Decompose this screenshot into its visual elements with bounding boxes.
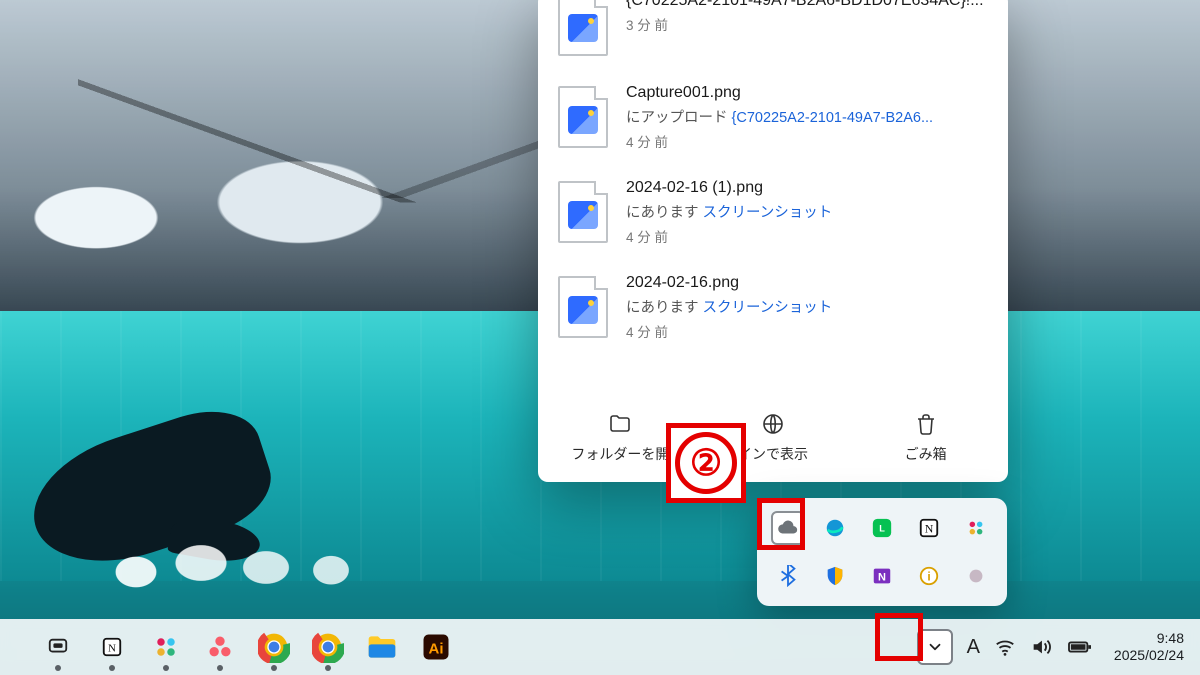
illustrator-icon: Ai xyxy=(421,632,451,662)
file-timestamp: 4 分 前 xyxy=(626,131,988,151)
taskbar-clock[interactable]: 9:48 2025/02/24 xyxy=(1114,630,1184,665)
notion-app-button[interactable]: N xyxy=(94,629,130,665)
annotation-2-number: ② xyxy=(675,432,737,494)
file-thumbnail-icon xyxy=(558,86,608,148)
task-view-button[interactable] xyxy=(40,629,76,665)
file-thumbnail-icon xyxy=(558,181,608,243)
taskbar-system-area: A 9:48 2025/02/24 xyxy=(917,629,1190,665)
clock-time: 9:48 xyxy=(1114,630,1184,648)
file-name: 2024-02-16.png xyxy=(626,274,988,292)
file-timestamp: 4 分 前 xyxy=(626,226,988,246)
notion-icon: N xyxy=(918,517,940,539)
trash-icon xyxy=(914,412,938,436)
annotation-1-target-box xyxy=(875,613,923,661)
battery-icon[interactable] xyxy=(1066,636,1094,658)
taskbar: N Ai xyxy=(0,619,1200,675)
chrome-profile1-button[interactable] xyxy=(256,629,292,665)
asana-app-button[interactable] xyxy=(202,629,238,665)
folder-icon xyxy=(366,633,398,661)
notion-icon: N xyxy=(101,636,123,658)
onenote-tray-icon[interactable]: N xyxy=(865,559,899,593)
file-name: Capture001.png xyxy=(626,84,988,102)
svg-text:N: N xyxy=(924,522,933,536)
misc-tray-icon[interactable] xyxy=(959,559,993,593)
windows-security-tray-icon[interactable] xyxy=(818,559,852,593)
slack-app-button[interactable] xyxy=(148,629,184,665)
svg-text:L: L xyxy=(879,524,885,534)
recycle-bin-label: ごみ箱 xyxy=(905,444,947,464)
file-thumbnail-icon xyxy=(558,276,608,338)
wifi-icon[interactable] xyxy=(994,636,1016,658)
bluetooth-tray-icon[interactable] xyxy=(771,559,805,593)
popup-action-bar: フォルダーを開 インで表示 ごみ箱 xyxy=(538,397,1008,482)
shield-icon xyxy=(824,565,846,587)
edge-tray-icon[interactable] xyxy=(818,511,852,545)
info-icon: i xyxy=(918,565,940,587)
file-location: にあります スクリーンショット xyxy=(626,201,988,222)
dot-icon xyxy=(965,565,987,587)
bluetooth-icon xyxy=(777,565,799,587)
file-explorer-button[interactable] xyxy=(364,629,400,665)
svg-text:i: i xyxy=(927,570,930,584)
svg-text:N: N xyxy=(878,572,886,584)
edge-icon xyxy=(824,517,846,539)
info-tray-icon[interactable]: i xyxy=(912,559,946,593)
file-location-link[interactable]: スクリーンショット xyxy=(703,300,833,316)
open-folder-label: フォルダーを開 xyxy=(571,444,669,464)
file-location-link[interactable]: {C70225A2-2101-49A7-B2A6... xyxy=(732,110,934,126)
chevron-down-icon xyxy=(926,638,944,656)
svg-text:Ai: Ai xyxy=(429,640,444,657)
folder-icon xyxy=(608,412,632,436)
file-location-link[interactable]: スクリーンショット xyxy=(703,205,833,221)
svg-text:N: N xyxy=(108,643,116,655)
desktop-wallpaper: {C70225A2-2101-49A7-B2A6-BD1D07E634AC}!.… xyxy=(0,0,1200,675)
view-online-label: インで表示 xyxy=(738,444,808,464)
chrome-profile2-button[interactable] xyxy=(310,629,346,665)
taskbar-pinned-apps: N Ai xyxy=(40,629,454,665)
file-item[interactable]: Capture001.png にアップロード {C70225A2-2101-49… xyxy=(552,70,994,165)
onenote-icon: N xyxy=(871,565,893,587)
asana-icon xyxy=(206,633,234,661)
file-name: {C70225A2-2101-49A7-B2A6-BD1D07E634AC}!.… xyxy=(626,0,988,10)
file-item[interactable]: 2024-02-16.png にあります スクリーンショット 4 分 前 xyxy=(552,260,994,355)
slack-icon xyxy=(151,632,181,662)
file-item[interactable]: {C70225A2-2101-49A7-B2A6-BD1D07E634AC}!.… xyxy=(552,0,994,70)
file-name: 2024-02-16 (1).png xyxy=(626,179,988,197)
file-item[interactable]: 2024-02-16 (1).png にあります スクリーンショット 4 分 前 xyxy=(552,165,994,260)
file-timestamp: 4 分 前 xyxy=(626,321,988,341)
onedrive-activity-popup: {C70225A2-2101-49A7-B2A6-BD1D07E634AC}!.… xyxy=(538,0,1008,482)
volume-icon[interactable] xyxy=(1030,636,1052,658)
line-icon: L xyxy=(871,517,893,539)
clock-date: 2025/02/24 xyxy=(1114,647,1184,665)
ime-indicator[interactable]: A xyxy=(967,636,980,659)
slack-icon xyxy=(965,517,987,539)
file-thumbnail-icon xyxy=(558,0,608,56)
globe-icon xyxy=(761,412,785,436)
chrome-icon xyxy=(258,631,290,663)
slack-tray-icon[interactable] xyxy=(959,511,993,545)
line-tray-icon[interactable]: L xyxy=(865,511,899,545)
illustrator-button[interactable]: Ai xyxy=(418,629,454,665)
file-location: にアップロード {C70225A2-2101-49A7-B2A6... xyxy=(626,106,988,127)
file-timestamp: 3 分 前 xyxy=(626,14,988,34)
chrome-icon xyxy=(312,631,344,663)
annotation-2-target-box xyxy=(757,498,805,550)
file-list: {C70225A2-2101-49A7-B2A6-BD1D07E634AC}!.… xyxy=(538,0,1008,397)
task-view-icon xyxy=(47,636,69,658)
recycle-bin-button[interactable]: ごみ箱 xyxy=(850,412,1001,464)
notion-tray-icon[interactable]: N xyxy=(912,511,946,545)
annotation-2-badge: ② xyxy=(666,423,746,503)
wallpaper-whale xyxy=(30,370,350,590)
file-location: にあります スクリーンショット xyxy=(626,296,988,317)
